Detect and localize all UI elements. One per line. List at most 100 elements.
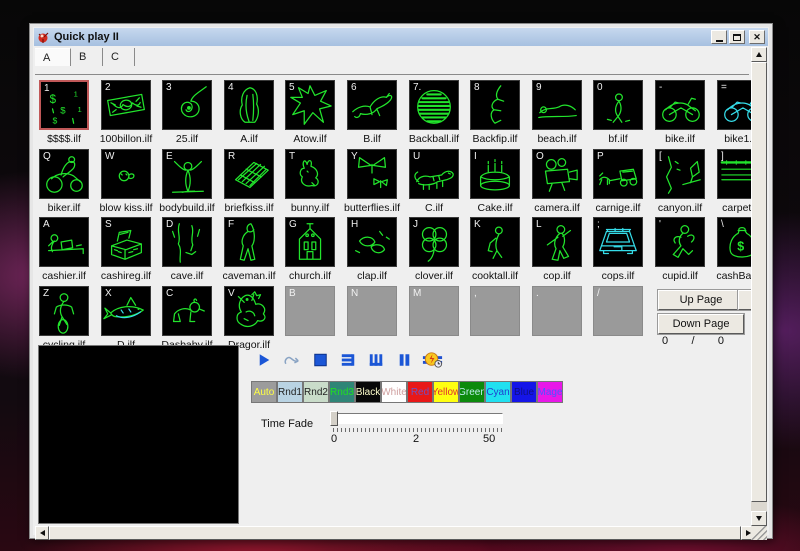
thumbnail-cupid-ilf[interactable]: ' [655,217,705,267]
empty-slot[interactable]: / [593,286,643,336]
thumbnail-b-ilf[interactable]: 6 [347,80,397,130]
settings-timer-button[interactable] [421,349,444,371]
list-button[interactable] [337,349,360,371]
color-button-black[interactable]: Black [355,381,381,403]
thumbnail-cops-ilf[interactable]: ; [593,217,643,267]
thumbnail-cop-ilf[interactable]: L [532,217,582,267]
tab-a[interactable]: A [35,48,71,66]
thumbnail-cave-ilf[interactable]: D [162,217,212,267]
thumbnail-caveman-ilf[interactable]: F [224,217,274,267]
thumbnail-25-ilf[interactable]: 3 [162,80,212,130]
grid-cell: Ebodybuild.ilf [162,149,214,214]
titlebar[interactable]: Quick play II ✕ [34,28,768,46]
svg-text:1: 1 [74,89,78,98]
thumbnail-cashireg-ilf[interactable]: S [101,217,151,267]
tab-c[interactable]: C [103,48,135,66]
grid-cell: ICake.ilf [470,149,522,214]
color-button-red[interactable]: Red [407,381,433,403]
thumbnail-dasbaby-ilf[interactable]: C [162,286,212,336]
thumbnail-cycling-ilf[interactable]: Z [39,286,89,336]
thumbnail-bunny-ilf[interactable]: T [285,149,335,199]
vertical-scroll-thumb[interactable] [751,62,767,502]
grid-cell: 0bf.ilf [593,80,645,145]
resize-grip[interactable] [751,526,767,540]
thumbnail-cooktall-ilf[interactable]: K [470,217,520,267]
color-button-auto[interactable]: Auto [251,381,277,403]
stop-button[interactable] [309,349,332,371]
thumbnail-atow-ilf[interactable]: 5 [285,80,335,130]
empty-slot[interactable]: N [347,286,397,336]
minimize-icon [716,40,723,42]
tab-b[interactable]: B [71,48,103,66]
thumbnail-canyon-ilf[interactable]: [ [655,149,705,199]
loop-button[interactable] [281,349,304,371]
thumbnail-bike1-ilf[interactable]: = [717,80,755,130]
thumbnail-blow-kiss-ilf[interactable]: W [101,149,151,199]
hotkey-label: 1 [44,83,50,94]
thumbnail-bodybuild-ilf[interactable]: E [162,149,212,199]
empty-slot[interactable]: . [532,286,582,336]
color-button-rnd2[interactable]: Rnd2 [303,381,329,403]
thumbnail-bike-ilf[interactable]: - [655,80,705,130]
thumbnail-c-ilf[interactable]: U [409,149,459,199]
thumbnail-d-ilf[interactable]: X [101,286,151,336]
thumbnail-100billon-ilf[interactable]: 2 [101,80,151,130]
thumbnail-clap-ilf[interactable]: H [347,217,397,267]
color-button-mage[interactable]: Mage [537,381,563,403]
grid-cell: Kcooktall.ilf [470,217,522,282]
color-button-cyan[interactable]: Cyan [485,381,511,403]
thumbnail-carnige-ilf[interactable]: P [593,149,643,199]
color-button-white[interactable]: White [381,381,407,403]
hotkey-label: Y [351,151,358,162]
hotkey-label: P [597,151,604,162]
hotkey-label: - [659,82,662,93]
color-button-green[interactable]: Green [459,381,485,403]
thumbnail-backball-ilf[interactable]: 7. [409,80,459,130]
thumbnail-clover-ilf[interactable]: J [409,217,459,267]
up-page-button[interactable]: Up Page [658,290,744,310]
hotkey-label: D [166,219,173,230]
scroll-left-button[interactable] [35,526,49,540]
scroll-up-button[interactable] [751,47,767,62]
close-button[interactable]: ✕ [749,30,765,44]
thumbnail-cake-ilf[interactable]: I [470,149,520,199]
hotkey-label: ; [597,219,600,230]
maximize-button[interactable] [729,30,745,44]
horizontal-scrollbar[interactable] [35,526,755,540]
empty-slot[interactable]: M [409,286,459,336]
thumbnail-church-ilf[interactable]: G [285,217,335,267]
thumbnail-bf-ilf[interactable]: 0 [593,80,643,130]
thumbnail-cashbag-ilf[interactable]: $\ [717,217,755,267]
thumbnail-carpet-ilf[interactable]: ] [717,149,755,199]
thumbnail-cashier-ilf[interactable]: A [39,217,89,267]
empty-slot[interactable]: , [470,286,520,336]
thumbnail-biker-ilf[interactable]: Q [39,149,89,199]
minimize-button[interactable] [711,30,727,44]
thumbnail-a-ilf[interactable]: 4 [224,80,274,130]
color-button-blue[interactable]: Blue [511,381,537,403]
thumbnail-briefkiss-ilf[interactable]: R [224,149,274,199]
columns-button[interactable] [365,349,388,371]
filename-label: $$$$.ilf [35,133,95,145]
scroll-down-button[interactable] [751,511,767,526]
thumbnail-beach-ilf[interactable]: 9 [532,80,582,130]
horizontal-scroll-thumb[interactable] [49,526,741,540]
color-button-yellow[interactable]: Yellow [433,381,459,403]
time-fade-slider-thumb[interactable] [330,411,338,426]
color-button-rnd1[interactable]: Rnd1 [277,381,303,403]
thumbnail-backfip-ilf[interactable]: 8 [470,80,520,130]
down-page-button[interactable]: Down Page [658,314,744,334]
hotkey-label: J [413,219,418,230]
thumbnail-butterflies-ilf[interactable]: Y [347,149,397,199]
empty-slot[interactable]: B [285,286,335,336]
pause-button[interactable] [393,349,416,371]
time-fade-slider-track[interactable] [335,413,503,424]
filename-label: briefkiss.ilf [218,202,280,214]
thumbnail-dragor-ilf[interactable]: V [224,286,274,336]
thumbnail-camera-ilf[interactable]: O [532,149,582,199]
play-button[interactable] [253,349,276,371]
color-button-rnd3[interactable]: Rnd3 [329,381,355,403]
vertical-scrollbar[interactable] [751,47,767,526]
thumbnail------ilf[interactable]: $$$111 [39,80,89,130]
filename-label: Atow.ilf [279,133,341,145]
